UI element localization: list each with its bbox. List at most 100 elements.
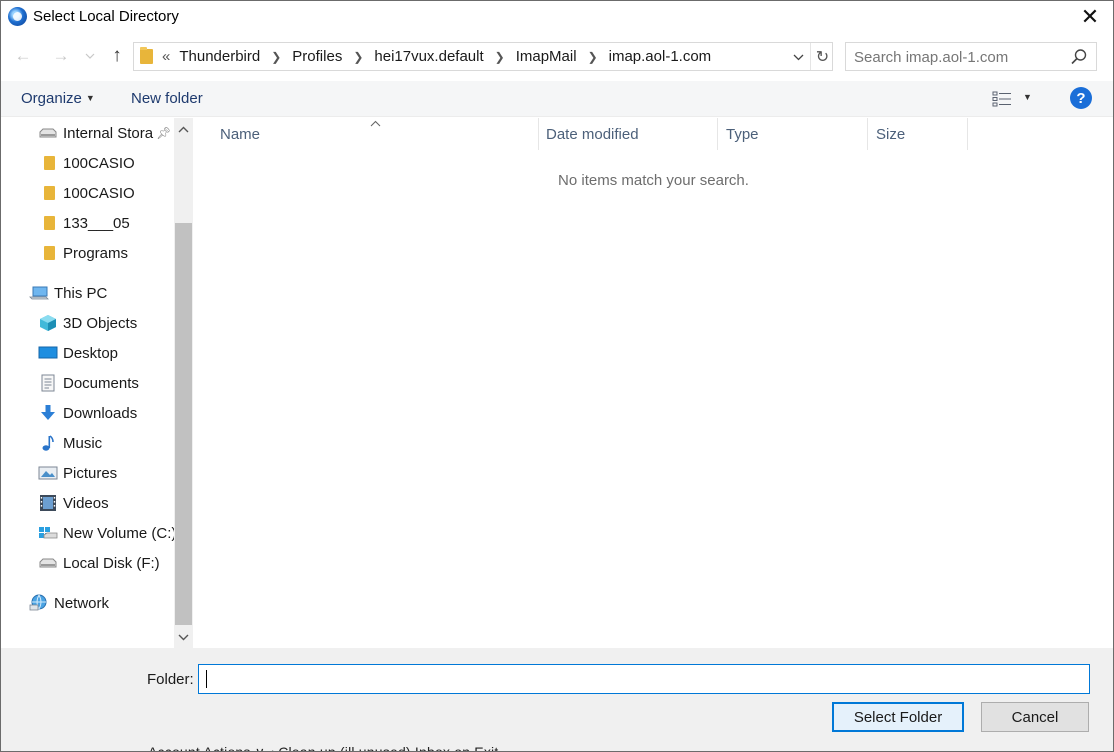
nav-item-label: 3D Objects <box>63 314 138 332</box>
column-header-name[interactable]: Name <box>212 118 539 150</box>
forward-arrow-icon[interactable]: → <box>50 45 72 67</box>
nav-item-label: Downloads <box>63 404 138 422</box>
folder-icon <box>38 154 58 172</box>
refresh-icon[interactable]: ↻ <box>810 43 834 70</box>
nav-item-label: Desktop <box>63 344 119 362</box>
drive-icon <box>38 554 58 572</box>
back-arrow-icon[interactable]: ← <box>12 45 34 67</box>
desktop-icon <box>38 344 58 362</box>
this-pc-icon <box>29 284 49 302</box>
nav-item-label: New Volume (C:) <box>63 524 177 542</box>
nav-item-label: Videos <box>63 494 109 512</box>
close-button[interactable]: ✕ <box>1067 1 1113 33</box>
title-bar: Select Local Directory ✕ <box>1 1 1113 33</box>
column-header-type[interactable]: Type <box>718 118 868 150</box>
breadcrumb-item[interactable]: ImapMail <box>516 48 577 65</box>
text-caret <box>206 670 207 688</box>
chevron-right-icon[interactable]: ❯ <box>271 50 281 64</box>
column-header-size[interactable]: Size <box>868 118 968 150</box>
music-icon <box>38 434 58 452</box>
nav-item-label: Music <box>63 434 103 452</box>
file-list-view[interactable]: Name Date modified Type Size No items ma… <box>194 118 1113 648</box>
organize-button[interactable]: Organize ▼ <box>21 90 95 107</box>
column-header-row: Name Date modified Type Size <box>194 118 1113 150</box>
chevron-right-icon[interactable]: ❯ <box>353 50 363 64</box>
nav-item-programs[interactable]: Programs <box>38 241 128 265</box>
recent-locations-chevron-icon[interactable] <box>81 45 99 67</box>
nav-item-videos[interactable]: Videos <box>38 491 109 515</box>
chevron-down-icon[interactable] <box>790 49 806 65</box>
nav-item-3d-objects[interactable]: 3D Objects <box>38 311 137 335</box>
nav-item-this-pc[interactable]: This PC <box>29 281 107 305</box>
nav-item-label: 100CASIO <box>63 154 135 172</box>
nav-item-documents[interactable]: Documents <box>38 371 139 395</box>
pin-icon[interactable]: 📌︎ <box>156 126 171 140</box>
3d-objects-icon <box>38 314 58 332</box>
navigation-pane: Internal Stora 📌︎ 100CASIO 100CASIO 133_… <box>1 118 193 648</box>
videos-icon <box>38 494 58 512</box>
folder-icon <box>38 184 58 202</box>
folder-icon <box>38 244 58 262</box>
nav-item-music[interactable]: Music <box>38 431 102 455</box>
breadcrumb-item[interactable]: Profiles <box>292 48 342 65</box>
breadcrumb-overflow[interactable]: « <box>162 48 170 65</box>
nav-item-network[interactable]: Network <box>29 591 109 615</box>
nav-item-pictures[interactable]: Pictures <box>38 461 117 485</box>
thunderbird-app-icon <box>8 7 27 26</box>
scroll-down-icon[interactable] <box>174 626 193 648</box>
nav-pane-scrollbar[interactable] <box>174 118 193 648</box>
chevron-right-icon[interactable]: ❯ <box>495 50 505 64</box>
select-local-directory-dialog: Select Local Directory ✕ ← → ↑ « Thunder… <box>0 0 1114 752</box>
nav-item-label: 133___05 <box>63 214 130 232</box>
nav-item-100casio[interactable]: 100CASIO <box>38 151 135 175</box>
scroll-thumb[interactable] <box>175 223 192 625</box>
windows-drive-icon <box>38 524 58 542</box>
breadcrumb-item[interactable]: imap.aol-1.com <box>609 48 712 65</box>
search-box[interactable] <box>845 42 1097 71</box>
background-window-text: Account Actions ∨ ‹ Clean up (ill unused… <box>148 744 499 752</box>
search-input[interactable] <box>854 47 1064 67</box>
scroll-up-icon[interactable] <box>174 118 193 140</box>
folder-input[interactable] <box>198 664 1090 694</box>
nav-item-new-volume-c[interactable]: New Volume (C:) <box>38 521 176 545</box>
address-bar[interactable]: « Thunderbird ❯ Profiles ❯ hei17vux.defa… <box>133 42 833 71</box>
nav-item-local-disk-f[interactable]: Local Disk (F:) <box>38 551 160 575</box>
column-header-date-modified[interactable]: Date modified <box>538 118 718 150</box>
cancel-button[interactable]: Cancel <box>981 702 1089 732</box>
folder-label: Folder: <box>147 671 194 688</box>
nav-item-desktop[interactable]: Desktop <box>38 341 118 365</box>
nav-item-label: Local Disk (F:) <box>63 554 160 572</box>
folder-icon <box>38 214 58 232</box>
nav-item-133-05[interactable]: 133___05 <box>38 211 130 235</box>
help-button[interactable]: ? <box>1070 87 1092 109</box>
nav-item-label: Documents <box>63 374 139 392</box>
nav-item-100casio[interactable]: 100CASIO <box>38 181 135 205</box>
nav-item-downloads[interactable]: Downloads <box>38 401 137 425</box>
drive-icon <box>38 124 58 142</box>
search-icon[interactable] <box>1070 48 1088 66</box>
empty-state-message: No items match your search. <box>558 172 749 189</box>
dialog-footer: Folder: Select Folder Cancel Account Act… <box>1 648 1113 751</box>
breadcrumb-item[interactable]: hei17vux.default <box>374 48 483 65</box>
view-options-icon[interactable] <box>991 89 1015 109</box>
pictures-icon <box>38 464 58 482</box>
command-toolbar: Organize ▼ New folder ▼ ? <box>1 81 1113 117</box>
breadcrumb: « Thunderbird ❯ Profiles ❯ hei17vux.defa… <box>162 48 711 65</box>
breadcrumb-item[interactable]: Thunderbird <box>179 48 260 65</box>
new-folder-button[interactable]: New folder <box>131 90 203 107</box>
organize-label: Organize <box>21 90 82 107</box>
chevron-right-icon[interactable]: ❯ <box>588 50 598 64</box>
dialog-title: Select Local Directory <box>33 8 179 25</box>
nav-item-label: Internal Stora <box>63 124 154 142</box>
nav-item-internal-storage[interactable]: Internal Stora 📌︎ <box>38 121 171 145</box>
nav-item-label: Pictures <box>63 464 118 482</box>
nav-item-label: Programs <box>63 244 129 262</box>
view-dropdown-caret-icon[interactable]: ▼ <box>1023 92 1032 102</box>
caret-down-icon: ▼ <box>85 93 95 103</box>
nav-item-label: 100CASIO <box>63 184 135 202</box>
up-arrow-icon[interactable]: ↑ <box>106 45 128 67</box>
network-icon <box>29 594 49 612</box>
select-folder-button[interactable]: Select Folder <box>832 702 964 732</box>
folder-icon <box>140 47 153 64</box>
downloads-icon <box>38 404 58 422</box>
